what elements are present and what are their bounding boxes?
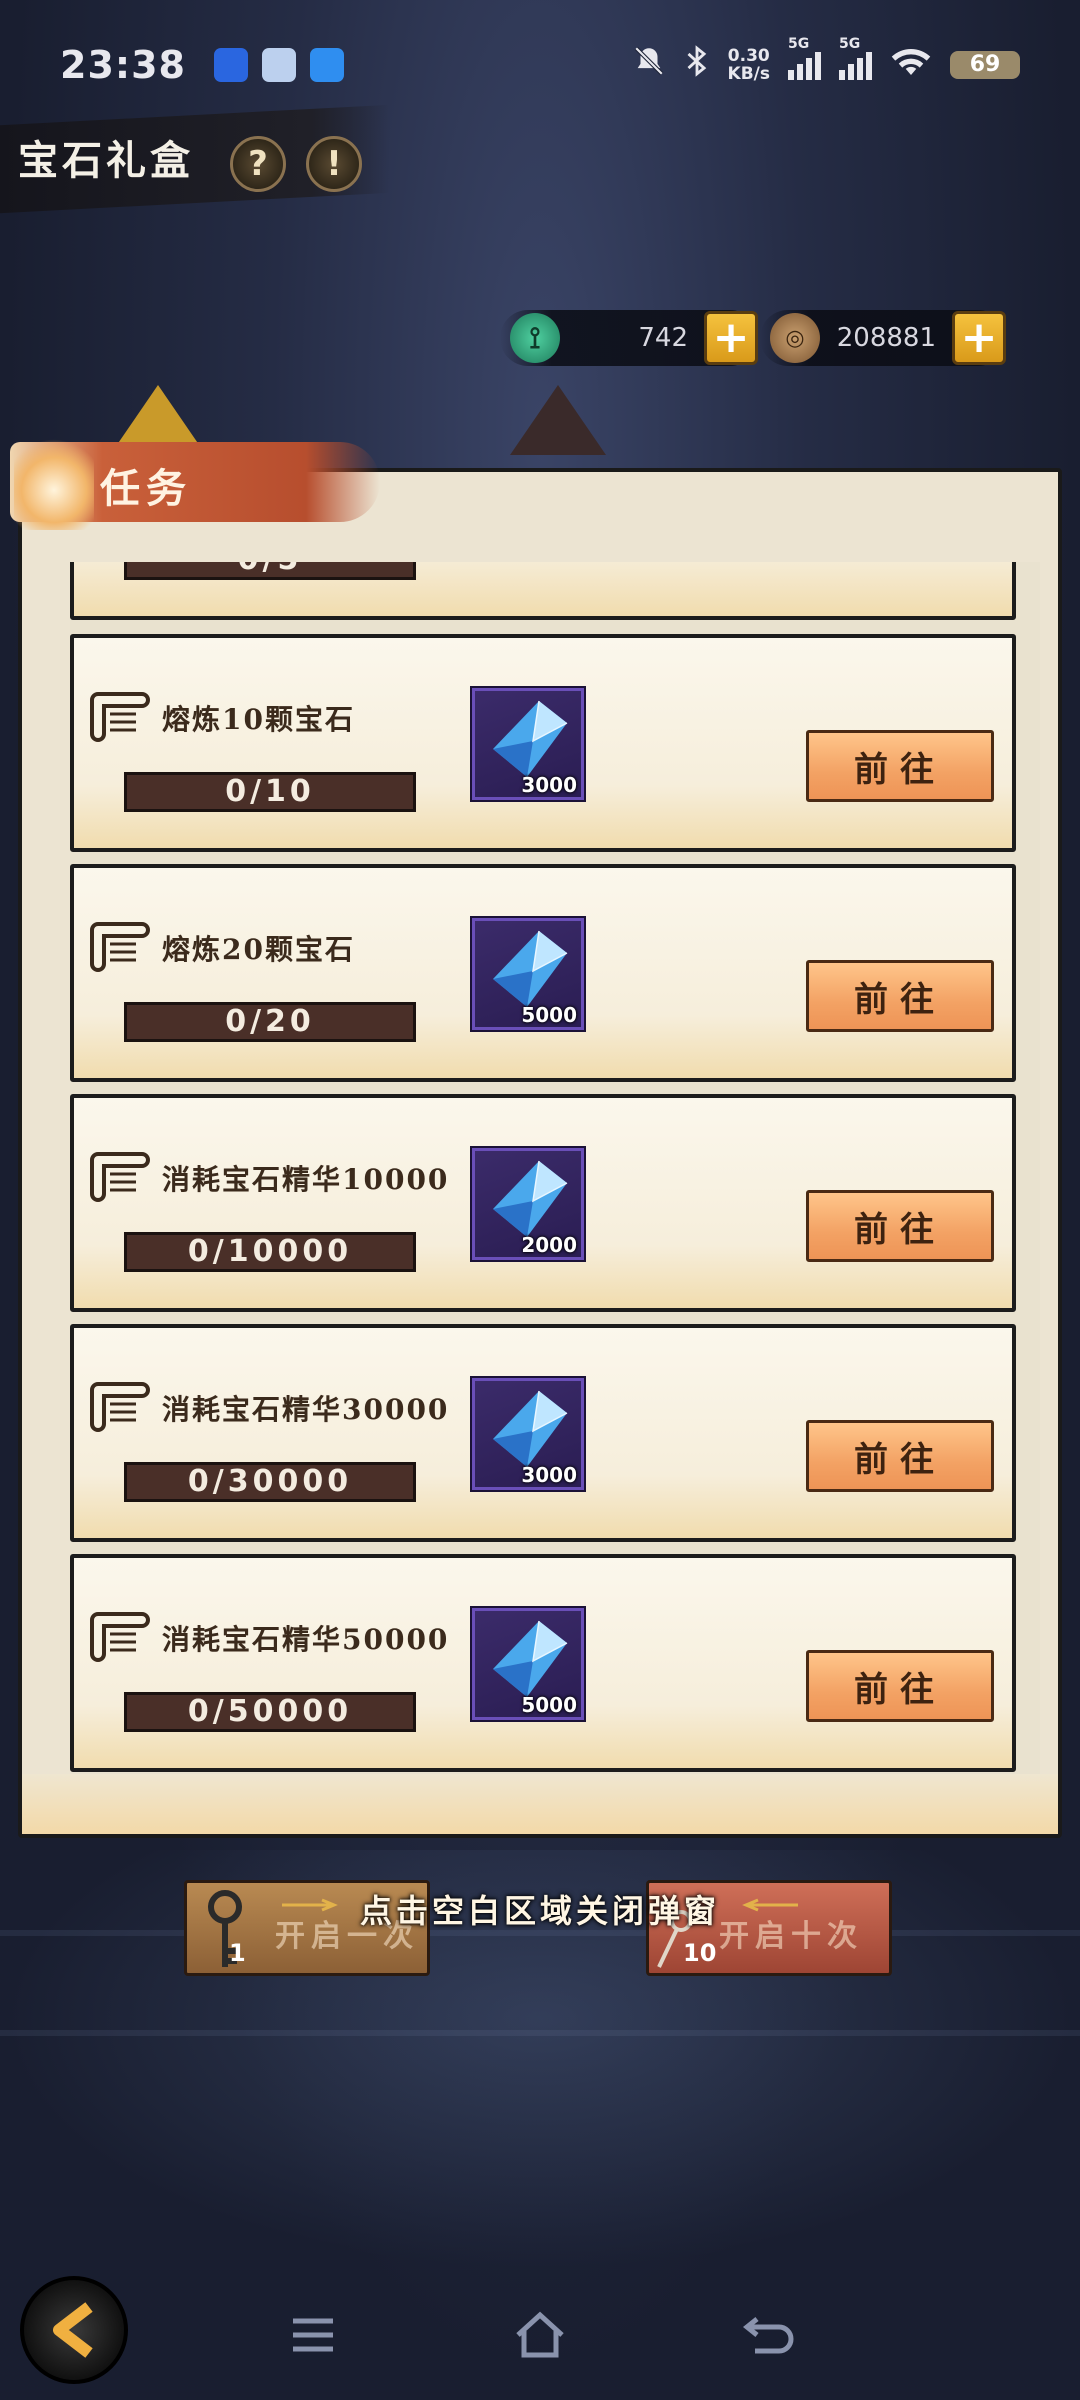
task-card: 消耗宝石精华50000 0/50000 5000 前往 bbox=[70, 1554, 1016, 1772]
task-card: 消耗宝石精华10000 0/10000 2000 前往 bbox=[70, 1094, 1016, 1312]
status-indicators: 0.30 KB/s 5G 5G 69 bbox=[632, 36, 1020, 87]
chat-app-icon bbox=[261, 48, 296, 82]
system-nav-bar bbox=[0, 2270, 1080, 2400]
status-time: 23:38 bbox=[60, 43, 186, 87]
task-title: 熔炼20颗宝石 bbox=[162, 933, 355, 966]
crystal-icon bbox=[493, 700, 568, 777]
flame-icon bbox=[14, 430, 94, 530]
home-icon[interactable] bbox=[510, 2305, 570, 2365]
scroll-icon bbox=[90, 1382, 150, 1432]
battery-indicator: 69 bbox=[950, 51, 1020, 79]
decorative-peak bbox=[510, 385, 606, 455]
help-icon[interactable]: ? bbox=[230, 136, 286, 192]
go-button[interactable]: 前往 bbox=[806, 730, 994, 802]
bluetooth-icon bbox=[684, 44, 710, 87]
task-title: 熔炼10颗宝石 bbox=[162, 703, 355, 736]
task-list-viewport[interactable]: 0/5 熔炼10颗宝石 0/10 3000 前往 熔炼20颗宝石 0/20 bbox=[70, 562, 1040, 1782]
go-button[interactable]: 前往 bbox=[806, 1650, 994, 1722]
task-title: 消耗宝石精华30000 bbox=[162, 1393, 450, 1426]
jade-icon: ⟟ bbox=[510, 313, 560, 363]
copper-coin-icon: ◎ bbox=[770, 313, 820, 363]
go-button[interactable]: 前往 bbox=[806, 960, 994, 1032]
jade-value: 742 bbox=[638, 323, 688, 353]
signal-label: 5G bbox=[788, 36, 810, 52]
task-progress: 0/5 bbox=[124, 562, 416, 580]
info-icon[interactable]: ! bbox=[306, 136, 362, 192]
status-bar: 23:38 0.30 KB/s 5G 5G 69 bbox=[0, 0, 1080, 130]
jade-currency: ⟟ 742 + bbox=[500, 310, 758, 366]
reward-quantity: 5000 bbox=[521, 1693, 577, 1717]
reward-gem[interactable]: 5000 bbox=[470, 1606, 586, 1722]
signal-label: 5G bbox=[839, 36, 861, 52]
task-card: 0/5 bbox=[70, 562, 1016, 620]
task-progress: 0/20 bbox=[124, 1002, 416, 1042]
task-panel: 0/5 熔炼10颗宝石 0/10 3000 前往 熔炼20颗宝石 0/20 bbox=[18, 468, 1062, 1838]
key-count: 10 bbox=[683, 1939, 717, 1967]
wifi-icon bbox=[890, 45, 932, 86]
go-button[interactable]: 前往 bbox=[806, 1190, 994, 1262]
go-button[interactable]: 前往 bbox=[806, 1420, 994, 1492]
key-count: 1 bbox=[229, 1939, 246, 1967]
background-stripe bbox=[0, 2030, 1080, 2036]
reward-gem[interactable]: 5000 bbox=[470, 916, 586, 1032]
reward-quantity: 2000 bbox=[521, 1233, 577, 1257]
reward-gem[interactable]: 3000 bbox=[470, 1376, 586, 1492]
mute-bell-icon bbox=[632, 44, 666, 87]
crystal-icon bbox=[493, 930, 568, 1007]
transit-app-icon bbox=[213, 48, 248, 82]
net-speed-unit: KB/s bbox=[727, 64, 770, 84]
coin-currency: ◎ 208881 + bbox=[760, 310, 1006, 366]
network-speed: 0.30 KB/s bbox=[728, 47, 770, 83]
crystal-icon bbox=[493, 1620, 568, 1697]
crystal-icon bbox=[493, 1160, 568, 1237]
net-speed-value: 0.30 bbox=[727, 46, 770, 66]
close-popup-hint[interactable]: 点击空白区域关闭弹窗 bbox=[0, 1886, 1080, 1932]
reward-quantity: 3000 bbox=[521, 1463, 577, 1487]
back-nav-icon[interactable] bbox=[737, 2305, 797, 2365]
task-progress: 0/10 bbox=[124, 772, 416, 812]
task-progress: 0/10000 bbox=[124, 1232, 416, 1272]
task-progress: 0/50000 bbox=[124, 1692, 416, 1732]
scroll-icon bbox=[90, 692, 150, 742]
page-title: 宝石礼盒 bbox=[18, 137, 194, 184]
reward-quantity: 3000 bbox=[521, 773, 577, 797]
reward-quantity: 5000 bbox=[521, 1003, 577, 1027]
menu-icon[interactable] bbox=[283, 2305, 343, 2365]
add-jade-button[interactable]: + bbox=[704, 311, 758, 365]
task-card: 消耗宝石精华30000 0/30000 3000 前往 bbox=[70, 1324, 1016, 1542]
scroll-icon bbox=[90, 1152, 150, 1202]
scroll-icon bbox=[90, 1612, 150, 1662]
signal-icon: 5G bbox=[839, 36, 872, 80]
add-coin-button[interactable]: + bbox=[952, 311, 1006, 365]
scroll-icon bbox=[90, 922, 150, 972]
reward-gem[interactable]: 2000 bbox=[470, 1146, 586, 1262]
task-progress: 0/30000 bbox=[124, 1462, 416, 1502]
task-card: 熔炼10颗宝石 0/10 3000 前往 bbox=[70, 634, 1016, 852]
notification-icons bbox=[213, 48, 344, 82]
panel-footer-decoration bbox=[22, 1774, 1058, 1834]
crystal-icon bbox=[493, 1390, 568, 1467]
feather-app-icon bbox=[309, 48, 344, 82]
task-title: 消耗宝石精华50000 bbox=[162, 1623, 450, 1656]
tab-label: 任务 bbox=[100, 465, 192, 512]
task-card: 熔炼20颗宝石 0/20 5000 前往 bbox=[70, 864, 1016, 1082]
coin-value: 208881 bbox=[836, 323, 936, 353]
reward-gem[interactable]: 3000 bbox=[470, 686, 586, 802]
signal-icon: 5G bbox=[788, 36, 821, 80]
task-title: 消耗宝石精华10000 bbox=[162, 1163, 450, 1196]
